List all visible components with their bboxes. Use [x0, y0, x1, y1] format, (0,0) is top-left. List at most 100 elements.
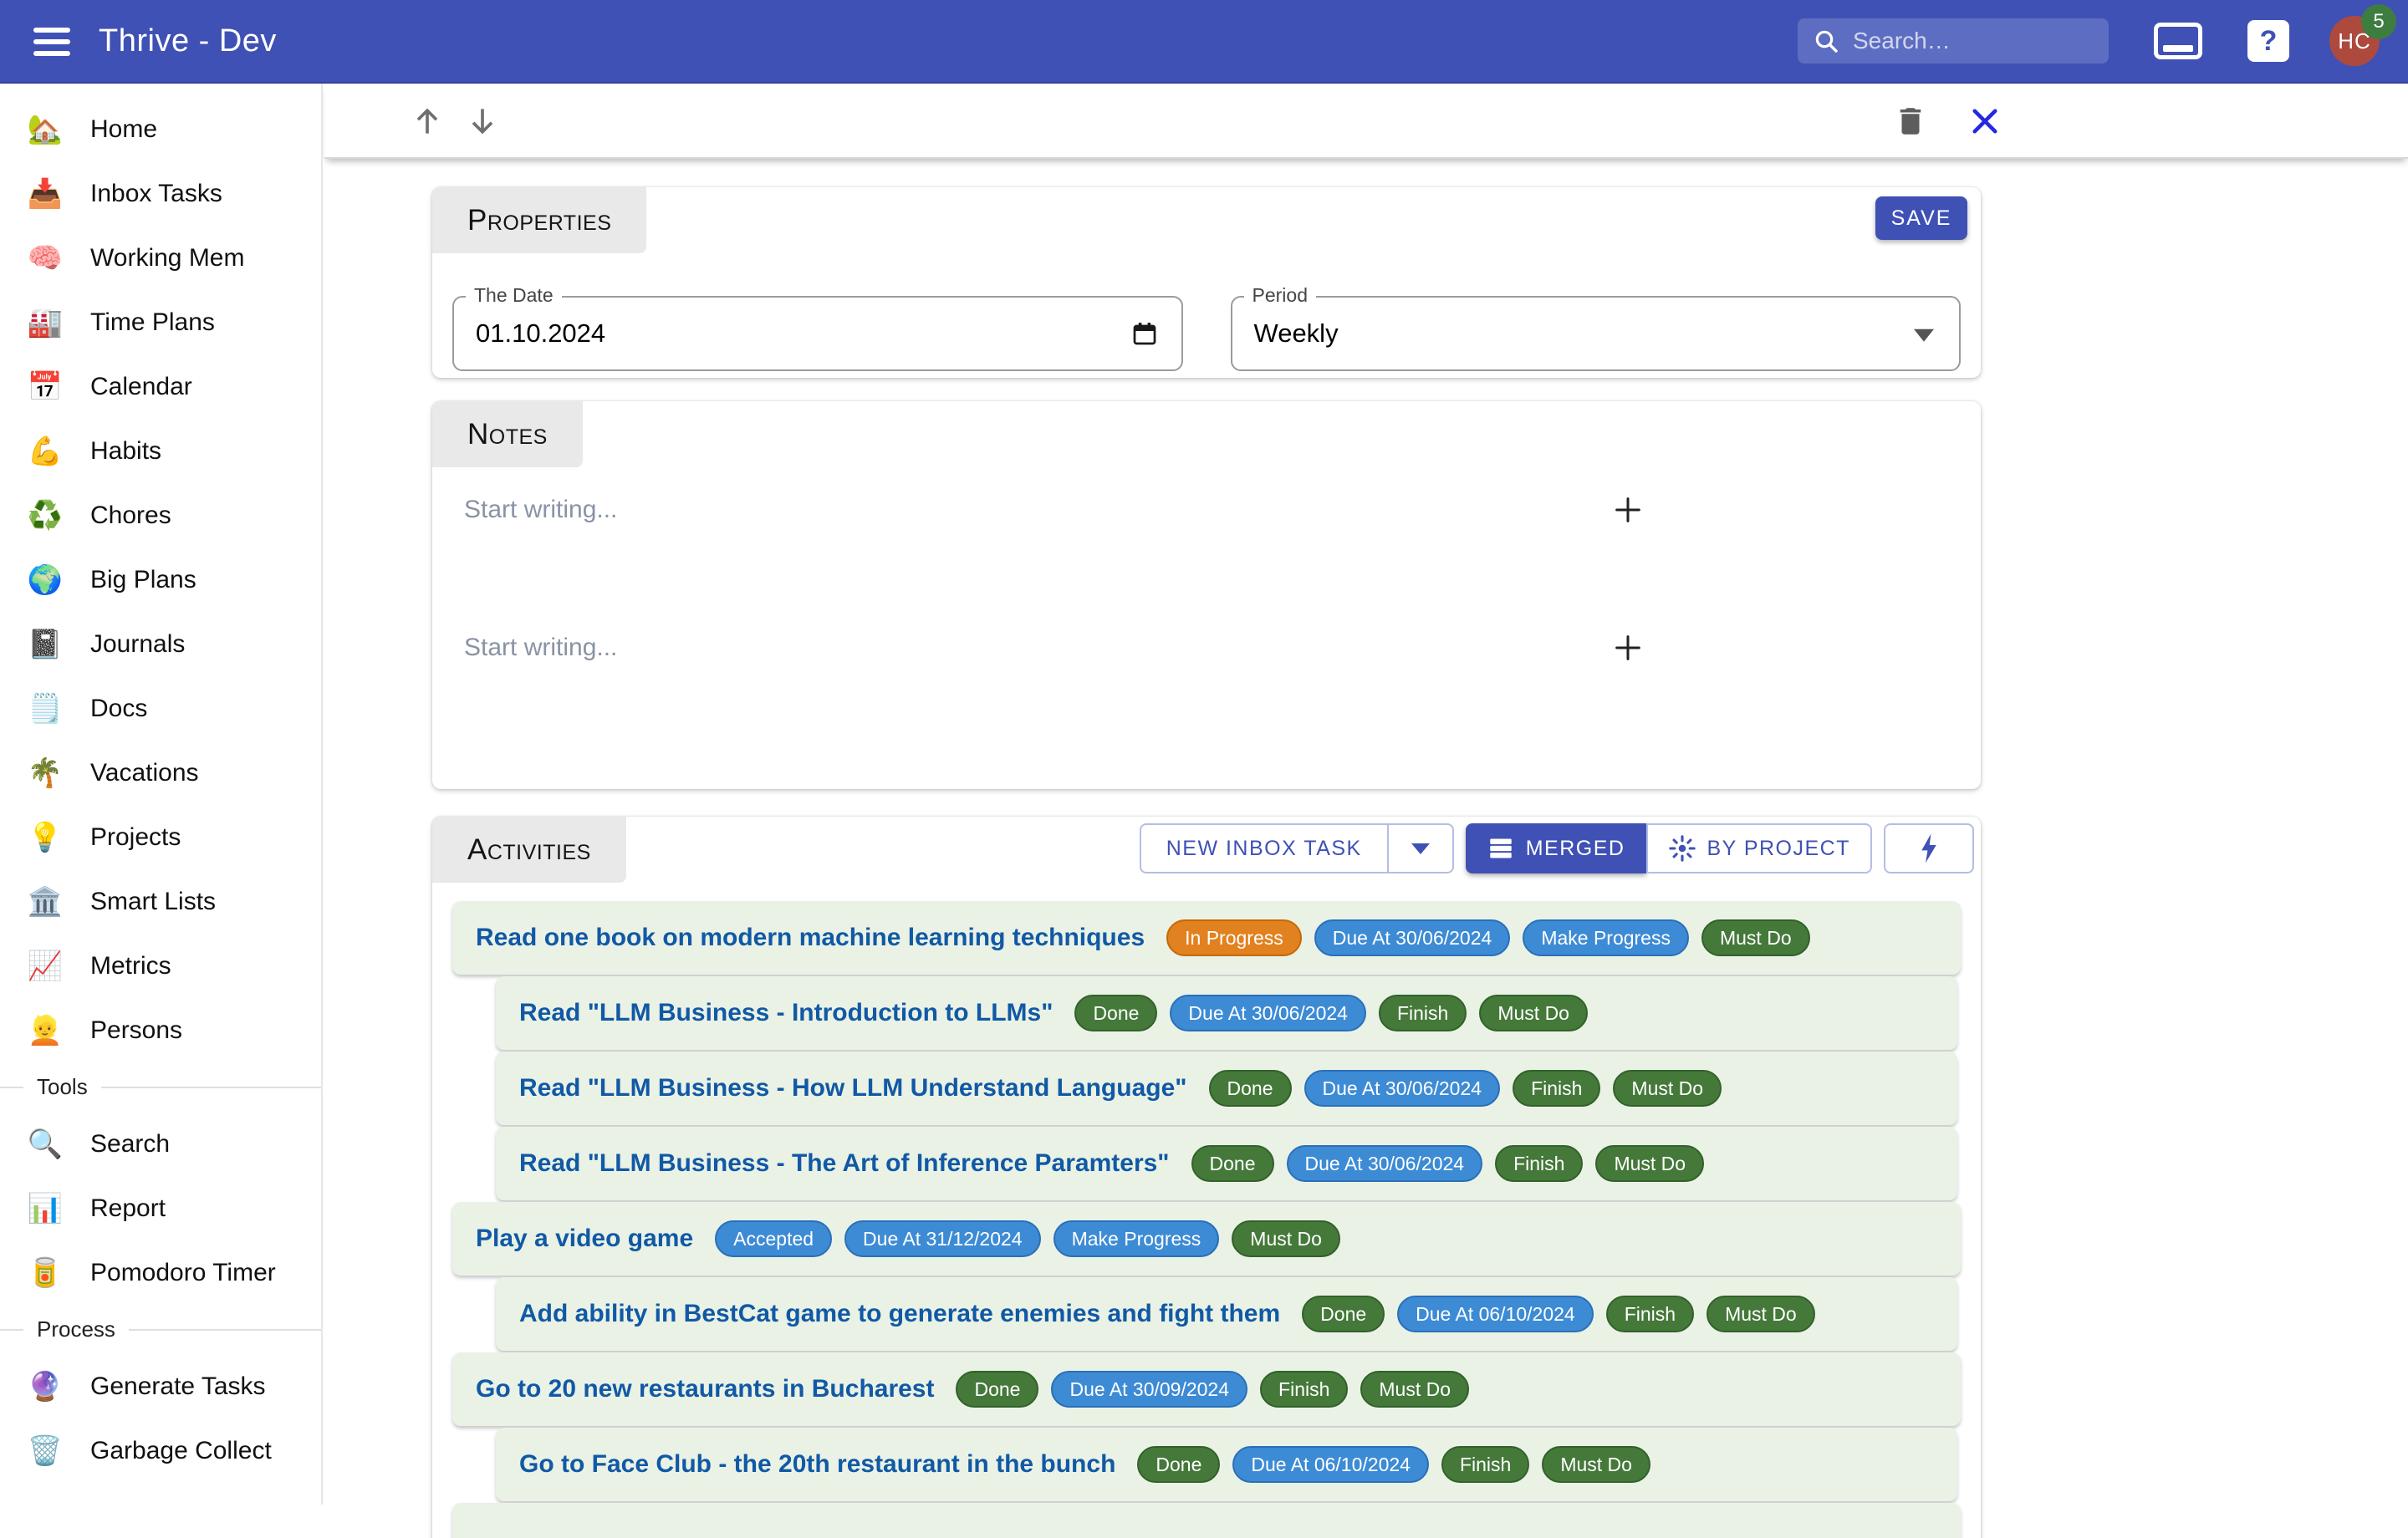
home-icon: 🏡 [25, 115, 65, 144]
note-placeholder[interactable]: Start writing... [464, 634, 617, 662]
badge-finish: Finish [1441, 1446, 1529, 1483]
sidebar-item-vacations[interactable]: 🌴Vacations [0, 741, 321, 805]
activities-heading: Activities [467, 833, 591, 867]
close-icon [1967, 104, 2002, 139]
activity-row[interactable]: Play a video game Accepted Due At 31/12/20… [452, 1202, 1961, 1276]
sidebar-item-calendar[interactable]: 📅Calendar [0, 354, 321, 419]
delete-button[interactable] [1890, 101, 1931, 141]
sidebar-item-working-mem[interactable]: 🧠Working Mem [0, 226, 321, 290]
activity-title-link[interactable]: Add ability in BestCat game to generate … [519, 1300, 1280, 1328]
activity-row[interactable]: Read one book on modern machine learning… [452, 901, 1961, 975]
sidebar-item-persons[interactable]: 👱Persons [0, 998, 321, 1062]
sidebar-item-habits[interactable]: 💪Habits [0, 419, 321, 483]
notes-tab: Notes [432, 401, 583, 467]
global-search[interactable] [1798, 18, 2109, 64]
sidebar-item-inbox-tasks[interactable]: 📥Inbox Tasks [0, 161, 321, 226]
activity-title-link[interactable]: Play a video game [476, 1225, 693, 1253]
table-rows-icon [1487, 837, 1514, 860]
activities-actions: NEW INBOX TASK MERGED [1140, 823, 1974, 873]
badge-must-do: Must Do [1232, 1220, 1340, 1257]
sidebar-item-label: Chores [90, 502, 171, 530]
activity-title-link[interactable]: Read "LLM Business - The Art of Inferenc… [519, 1149, 1170, 1178]
badge-must-do: Must Do [1613, 1070, 1722, 1107]
navigate-up-button[interactable] [407, 101, 447, 141]
sidebar-item-home[interactable]: 🏡Home [0, 97, 321, 161]
chart-up-icon: 📈 [25, 952, 65, 980]
help-button[interactable]: ? [2247, 20, 2289, 62]
keyboard-shortcuts-button[interactable] [2154, 23, 2202, 59]
activity-row[interactable]: Add ability in BestCat game to generate … [496, 1277, 1957, 1351]
date-input[interactable] [476, 318, 1040, 349]
sidebar-item-big-plans[interactable]: 🌍Big Plans [0, 547, 321, 612]
sidebar-tools-divider: Tools [0, 1074, 321, 1100]
activity-row[interactable]: Read "LLM Business - Introduction to LLM… [496, 976, 1957, 1050]
bar-chart-icon: 📊 [25, 1194, 65, 1223]
badge-accepted: Accepted [715, 1220, 832, 1257]
activity-title-link[interactable]: Read one book on modern machine learning… [476, 924, 1145, 952]
question-mark-icon: ? [2247, 20, 2289, 62]
sidebar-item-chores[interactable]: ♻️Chores [0, 483, 321, 547]
add-note-button[interactable] [1610, 629, 1646, 666]
new-task-dropdown-button[interactable] [1388, 823, 1454, 873]
activity-title-link[interactable]: Read "LLM Business - How LLM Understand … [519, 1074, 1187, 1103]
app-bar: Thrive - Dev ? HC 5 [0, 0, 2408, 84]
navigate-down-button[interactable] [462, 101, 503, 141]
badge-due-at-30-06-2024: Due At 30/06/2024 [1287, 1145, 1483, 1182]
inbox-icon: 📥 [25, 180, 65, 208]
activity-row[interactable]: Go to Face Club - the 20th restaurant in… [496, 1428, 1957, 1501]
date-field[interactable]: The Date [452, 296, 1183, 371]
hamburger-menu-icon[interactable] [33, 28, 70, 56]
badge-due-at-30-06-2024: Due At 30/06/2024 [1314, 919, 1511, 956]
close-button[interactable] [1965, 101, 2005, 141]
new-inbox-task-button[interactable]: NEW INBOX TASK [1140, 823, 1389, 873]
view-merged-button[interactable]: MERGED [1466, 823, 1647, 873]
badge-finish: Finish [1495, 1145, 1583, 1182]
sidebar-item-label: Search [90, 1130, 170, 1159]
sidebar-item-journals[interactable]: 📓Journals [0, 612, 321, 676]
sidebar-item-generate-tasks[interactable]: 🔮Generate Tasks [0, 1354, 321, 1418]
sidebar-item-garbage-collect[interactable]: 🗑️Garbage Collect [0, 1418, 321, 1483]
sidebar-item-pomodoro-timer[interactable]: 🥫Pomodoro Timer [0, 1240, 321, 1305]
activity-row[interactable]: Read "LLM Business - The Art of Inferenc… [496, 1127, 1957, 1200]
badge-due-at-31-12-2024: Due At 31/12/2024 [844, 1220, 1041, 1257]
arrow-down-icon [464, 103, 501, 140]
brain-icon: 🧠 [25, 244, 65, 272]
badge-finish: Finish [1513, 1070, 1600, 1107]
sidebar-item-metrics[interactable]: 📈Metrics [0, 934, 321, 998]
activity-row[interactable]: Read "LLM Business - How LLM Understand … [496, 1052, 1957, 1125]
activities-card: Activities NEW INBOX TASK MERGED [432, 817, 1981, 1538]
save-button[interactable]: SAVE [1875, 196, 1967, 240]
search-input[interactable] [1853, 28, 2094, 54]
globe-icon: 🌍 [25, 566, 65, 594]
activity-title-link[interactable]: Go to 20 new restaurants in Bucharest [476, 1375, 934, 1403]
plus-icon [1611, 631, 1645, 665]
activity-title-link[interactable]: Read "LLM Business - Introduction to LLM… [519, 999, 1053, 1027]
badge-must-do: Must Do [1701, 919, 1810, 956]
notes-card: Notes Start writing... Start writing... [432, 401, 1981, 789]
calendar-icon: 📅 [25, 373, 65, 401]
sidebar-item-docs[interactable]: 🗒️Docs [0, 676, 321, 741]
calendar-picker-icon[interactable] [1130, 318, 1160, 349]
view-by-project-button[interactable]: BY PROJECT [1646, 823, 1872, 873]
note-placeholder[interactable]: Start writing... [464, 496, 617, 524]
entity-toolbar [324, 84, 2408, 159]
badge-finish: Finish [1379, 995, 1467, 1031]
sidebar-item-search[interactable]: 🔍Search [0, 1112, 321, 1176]
person-icon: 👱 [25, 1016, 65, 1045]
add-note-button[interactable] [1610, 491, 1646, 528]
sidebar-item-label: Habits [90, 437, 161, 466]
account-menu[interactable]: HC 5 [2329, 16, 2380, 66]
sidebar-item-projects[interactable]: 💡Projects [0, 805, 321, 869]
sidebar-item-smart-lists[interactable]: 🏛️Smart Lists [0, 869, 321, 934]
badge-must-do: Must Do [1595, 1145, 1704, 1182]
activity-row[interactable]: Go to 20 new restaurants in BucharestDon… [452, 1352, 1961, 1426]
palm-tree-icon: 🌴 [25, 759, 65, 787]
period-select[interactable]: Period Weekly [1231, 296, 1962, 371]
sidebar-item-time-plans[interactable]: 🏭Time Plans [0, 290, 321, 354]
quick-actions-button[interactable] [1884, 823, 1974, 873]
badge-must-do: Must Do [1360, 1371, 1469, 1408]
badge-make-progress: Make Progress [1523, 919, 1689, 956]
activity-row[interactable] [452, 1503, 1961, 1538]
sidebar-item-report[interactable]: 📊Report [0, 1176, 321, 1240]
activity-title-link[interactable]: Go to Face Club - the 20th restaurant in… [519, 1450, 1115, 1479]
